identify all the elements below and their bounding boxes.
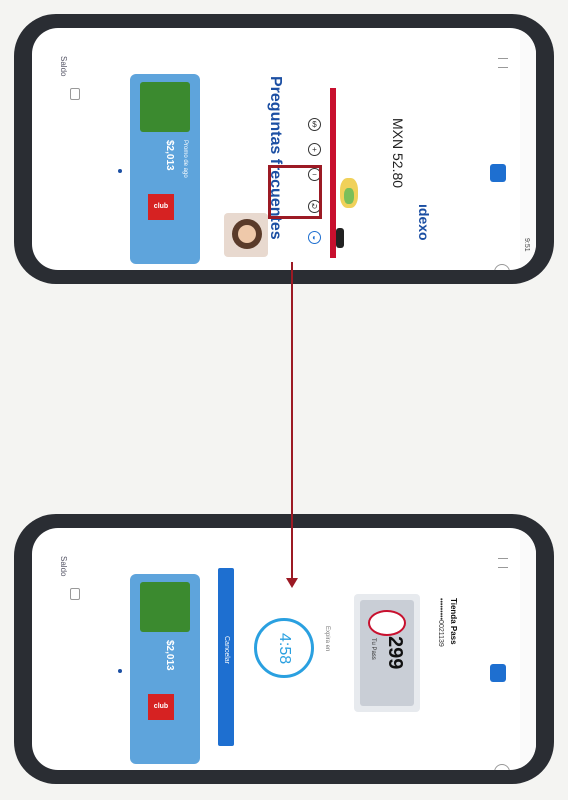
promo-price: $2,013: [164, 140, 175, 171]
page-dot: [118, 169, 122, 173]
pass-price: 299: [384, 636, 406, 670]
cancel-button[interactable]: Cancelar: [218, 568, 234, 746]
recharge-icon[interactable]: $: [308, 118, 321, 131]
help-icon[interactable]: [494, 764, 510, 770]
promo-subtitle: Promo de ago: [182, 140, 188, 178]
highlight-box: [268, 165, 322, 219]
saldo-label[interactable]: Saldo: [59, 556, 68, 576]
promo-image: [140, 582, 190, 632]
status-time: 9:51: [523, 238, 530, 252]
bottom-phone: Saldo $2,013 club Cancelar 4:58 Expira e…: [14, 514, 554, 784]
top-screen: Saldo $2,013 Promo de ago club Preguntas…: [32, 28, 536, 270]
arrow-line: [291, 262, 293, 580]
toggle-icon[interactable]: ◐: [308, 231, 321, 244]
club-logo: club: [148, 694, 174, 720]
menu-icon[interactable]: [498, 558, 508, 568]
cancel-label: Cancelar: [223, 636, 230, 665]
faq-avatar: [224, 213, 268, 257]
plus-icon[interactable]: +: [308, 143, 321, 156]
promo-banner[interactable]: $2,013 Promo de ago club: [130, 74, 200, 264]
card-icon[interactable]: [70, 88, 80, 100]
balance-amount: MXN 52.80: [390, 118, 406, 189]
club-badge[interactable]: [490, 664, 506, 682]
club-badge[interactable]: [490, 164, 506, 182]
promo-price: $2,013: [164, 640, 175, 671]
timer-value: 4:58: [276, 633, 293, 665]
carnet-card: [330, 88, 360, 258]
account-number: •••••••••0021139: [437, 598, 444, 647]
top-phone: Saldo $2,013 Promo de ago club Preguntas…: [14, 14, 554, 284]
card-icon[interactable]: [70, 588, 80, 600]
countdown-ring: 4:58: [254, 618, 314, 678]
expires-label: Expira en: [324, 626, 330, 652]
saldo-label[interactable]: Saldo: [59, 56, 68, 76]
bottom-screen: Saldo $2,013 club Cancelar 4:58 Expira e…: [32, 528, 536, 770]
promo-image: [140, 82, 190, 132]
pass-card: 299 Tu Pass: [354, 594, 420, 712]
arrow-head-icon: [286, 578, 298, 588]
status-bar: 9:51: [520, 28, 536, 270]
status-bar: [520, 528, 536, 770]
help-icon[interactable]: [494, 264, 510, 270]
promo-banner[interactable]: $2,013 club: [130, 574, 200, 764]
pass-logo: [368, 610, 406, 636]
brand-logo: ıdexo: [416, 204, 432, 241]
menu-icon[interactable]: [498, 58, 508, 68]
account-name: Tienda Pass: [449, 598, 458, 645]
pass-label: Tu Pass: [370, 638, 376, 660]
page-dot: [118, 669, 122, 673]
club-logo: club: [148, 194, 174, 220]
